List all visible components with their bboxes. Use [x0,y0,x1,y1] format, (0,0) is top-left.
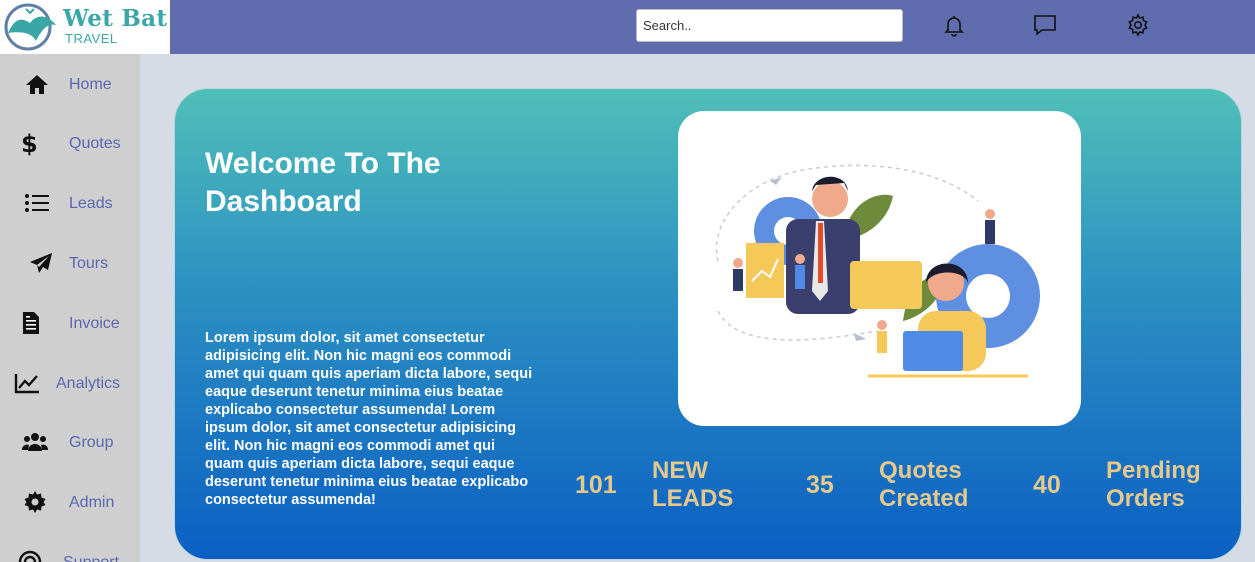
list-icon [24,191,50,215]
welcome-description: Lorem ipsum dolor, sit amet consectetur … [205,330,533,508]
stat-new-leads-label: NEW LEADS [652,457,734,512]
stat-new-leads-value: 101 [575,471,617,499]
bat-logo-icon [4,3,56,51]
welcome-banner: Welcome To The Dashboard Lorem ipsum dol… [174,88,1242,560]
stat-quotes-label: Quotes Created [879,457,969,512]
sidebar-item-label: Admin [69,494,115,511]
sidebar-item-label: Quotes [69,135,121,152]
page-title: Welcome To The Dashboard [205,147,441,218]
sidebar-item-label: Group [69,434,114,451]
sidebar-item-leads[interactable]: Leads [0,175,140,225]
brand-logo[interactable]: Wet Bat TRAVEL [0,0,170,54]
invoice-icon [18,311,44,335]
sidebar-item-label: Invoice [69,315,120,332]
sidebar-item-label: Tours [69,255,109,272]
dashboard-illustration [678,111,1081,426]
sidebar: Home $ Quotes Leads Tours Invoice Analyt… [0,54,140,562]
sidebar-item-support[interactable]: Support [0,534,140,562]
sidebar-item-admin[interactable]: Admin [0,474,140,524]
gear-icon[interactable] [1125,12,1151,38]
message-icon[interactable] [1032,12,1058,38]
sidebar-item-tours[interactable]: Tours [0,235,140,285]
users-icon [22,430,48,454]
home-icon [24,72,50,96]
sidebar-item-analytics[interactable]: Analytics [0,355,140,405]
stat-quotes-value: 35 [806,471,834,499]
brand-name: Wet Bat [63,5,168,32]
brand-tagline: TRAVEL [65,31,118,46]
cog-icon [22,490,48,514]
sidebar-item-group[interactable]: Group [0,414,140,464]
svg-text:$: $ [21,130,38,156]
search-input[interactable] [636,9,903,42]
stat-orders-label: Pending Orders [1106,457,1201,512]
paper-plane-icon [28,251,54,275]
sidebar-item-invoice[interactable]: Invoice [0,295,140,345]
sidebar-item-label: Analytics [56,375,121,392]
sidebar-item-label: Support [63,554,119,562]
sidebar-item-label: Leads [69,195,113,212]
top-bar [0,0,1255,54]
bell-icon[interactable] [941,12,967,38]
support-icon [17,550,43,562]
stat-orders-value: 40 [1033,471,1061,499]
dollar-icon: $ [15,130,41,156]
sidebar-item-home[interactable]: Home [0,56,140,106]
chart-line-icon [14,371,40,395]
sidebar-item-quotes[interactable]: $ Quotes [0,115,140,165]
sidebar-item-label: Home [69,76,112,93]
